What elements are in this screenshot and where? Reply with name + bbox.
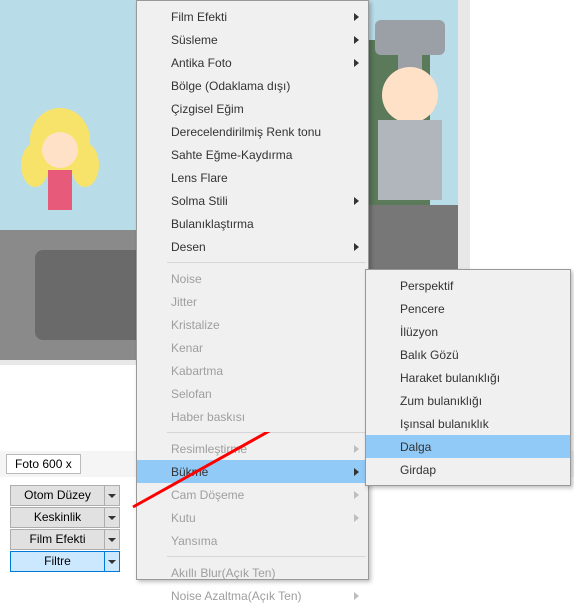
menu-item[interactable]: Süsleme (137, 28, 368, 51)
submenu-arrow-icon (354, 10, 360, 24)
dropdown-icon[interactable] (105, 507, 120, 528)
menu-item-label: Bölge (Odaklama dışı) (171, 79, 290, 93)
menu-item: Selofan (137, 382, 368, 405)
menu-item-label: Lens Flare (171, 171, 228, 185)
menu-item-label: Antika Foto (171, 56, 232, 70)
submenu-arrow-icon (354, 465, 360, 479)
bukme-submenu[interactable]: Perspektif Pencere İlüzyon Balık Gözü Harake… (365, 269, 571, 486)
menu-item: Akıllı Blur(Açık Ten) (137, 561, 368, 584)
tool-button-0[interactable]: Otom Düzey (10, 485, 120, 506)
submenu-arrow-icon (354, 442, 360, 456)
submenu-item[interactable]: İlüzyon (366, 320, 570, 343)
menu-item[interactable]: Bölge (Odaklama dışı) (137, 74, 368, 97)
menu-item[interactable]: Bulanıklaştırma (137, 212, 368, 235)
menu-item: Haber baskısı (137, 405, 368, 428)
menu-item-label: Noise (171, 272, 202, 286)
menu-item: Noise (137, 267, 368, 290)
submenu-item[interactable]: Balık Gözü (366, 343, 570, 366)
menu-item-label: Haber baskısı (171, 410, 245, 424)
dropdown-icon[interactable] (105, 551, 120, 572)
tool-button-label[interactable]: Otom Düzey (10, 485, 105, 506)
submenu-item[interactable]: Işınsal bulanıklık (366, 412, 570, 435)
menu-item[interactable]: Film Efekti (137, 5, 368, 28)
tool-button-label[interactable]: Filtre (10, 551, 105, 572)
submenu-item-label: Balık Gözü (400, 348, 459, 362)
submenu-arrow-icon (354, 194, 360, 208)
menu-item-label: Çizgisel Eğim (171, 102, 244, 116)
menu-item-label: Kabartma (171, 364, 223, 378)
menu-item: Resimleştirme (137, 437, 368, 460)
menu-item-label: Sahte Eğme-Kaydırma (171, 148, 292, 162)
filter-menu[interactable]: Film Efekti Süsleme Antika Foto Bölge (Odak… (136, 0, 369, 580)
tool-button-3[interactable]: Filtre (10, 551, 120, 572)
submenu-arrow-icon (354, 511, 360, 525)
menu-item-label: Cam Döşeme (171, 488, 244, 502)
menu-item-label: Film Efekti (171, 10, 227, 24)
menu-item-label: Desen (171, 240, 206, 254)
menu-item[interactable]: Derecelendirilmiş Renk tonu (137, 120, 368, 143)
submenu-item[interactable]: Perspektif (366, 274, 570, 297)
tool-button-label[interactable]: Keskinlik (10, 507, 105, 528)
submenu-item[interactable]: Pencere (366, 297, 570, 320)
menu-item[interactable]: Lens Flare (137, 166, 368, 189)
menu-item-label: Solma Stili (171, 194, 228, 208)
menu-item[interactable]: Antika Foto (137, 51, 368, 74)
menu-item: Kutu (137, 506, 368, 529)
submenu-item[interactable]: Haraket bulanıklığı (366, 366, 570, 389)
menu-item-label: Noise Azaltma(Açık Ten) (171, 589, 302, 603)
menu-item: Kristalize (137, 313, 368, 336)
menu-separator (167, 262, 366, 263)
tool-button-label[interactable]: Film Efekti (10, 529, 105, 550)
submenu-item-label: İlüzyon (400, 325, 438, 339)
submenu-arrow-icon (354, 240, 360, 254)
submenu-item[interactable]: Girdap (366, 458, 570, 481)
submenu-arrow-icon (354, 589, 360, 603)
menu-item: Yansıma (137, 529, 368, 552)
submenu-item-label: Girdap (400, 463, 436, 477)
menu-item-label: Bükme (171, 465, 208, 479)
submenu-arrow-icon (354, 33, 360, 47)
menu-item[interactable]: Bükme (137, 460, 368, 483)
submenu-item-label: Pencere (400, 302, 445, 316)
menu-item: Noise Azaltma(Açık Ten) (137, 584, 368, 607)
submenu-item-label: Perspektif (400, 279, 453, 293)
submenu-arrow-icon (354, 488, 360, 502)
dropdown-icon[interactable] (105, 485, 120, 506)
tool-button-2[interactable]: Film Efekti (10, 529, 120, 550)
menu-item: Cam Döşeme (137, 483, 368, 506)
menu-item-label: Bulanıklaştırma (171, 217, 254, 231)
menu-separator (167, 432, 366, 433)
menu-item[interactable]: Desen (137, 235, 368, 258)
menu-item[interactable]: Solma Stili (137, 189, 368, 212)
submenu-item-label: Dalga (400, 440, 431, 454)
menu-item-label: Resimleştirme (171, 442, 247, 456)
submenu-item[interactable]: Zum bulanıklığı (366, 389, 570, 412)
submenu-item-label: Zum bulanıklığı (400, 394, 482, 408)
submenu-item-label: Işınsal bulanıklık (400, 417, 489, 431)
menu-item-label: Kenar (171, 341, 203, 355)
submenu-arrow-icon (354, 56, 360, 70)
submenu-item-label: Haraket bulanıklığı (400, 371, 500, 385)
menu-item-label: Jitter (171, 295, 197, 309)
menu-item-label: Yansıma (171, 534, 217, 548)
menu-item-label: Süsleme (171, 33, 218, 47)
dropdown-icon[interactable] (105, 529, 120, 550)
image-size-label: Foto 600 x (6, 454, 81, 474)
menu-item[interactable]: Sahte Eğme-Kaydırma (137, 143, 368, 166)
menu-separator (167, 556, 366, 557)
menu-item: Jitter (137, 290, 368, 313)
menu-item-label: Akıllı Blur(Açık Ten) (171, 566, 275, 580)
tool-button-1[interactable]: Keskinlik (10, 507, 120, 528)
menu-item: Kenar (137, 336, 368, 359)
menu-item-label: Selofan (171, 387, 212, 401)
menu-item-label: Kristalize (171, 318, 220, 332)
menu-item-label: Derecelendirilmiş Renk tonu (171, 125, 321, 139)
menu-item: Kabartma (137, 359, 368, 382)
menu-item[interactable]: Çizgisel Eğim (137, 97, 368, 120)
menu-item-label: Kutu (171, 511, 196, 525)
submenu-item[interactable]: Dalga (366, 435, 570, 458)
